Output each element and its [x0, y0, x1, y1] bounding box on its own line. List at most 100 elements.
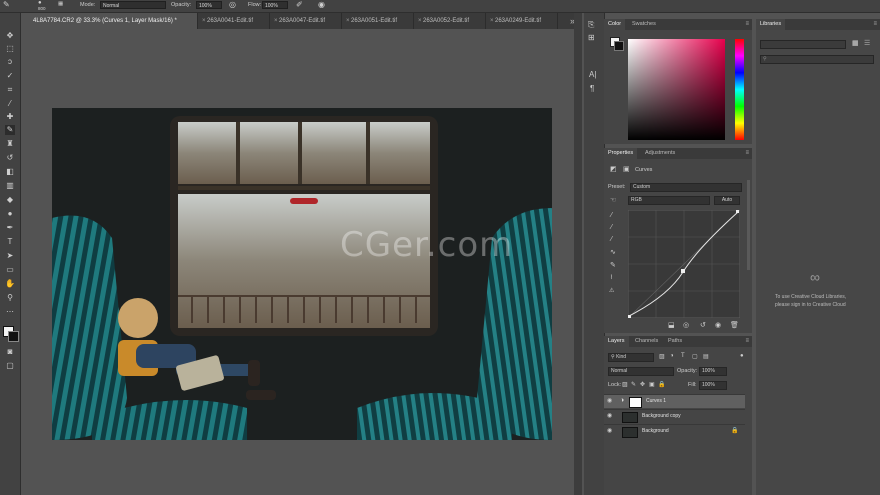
lock-artboard-icon[interactable]: ▣ — [649, 381, 655, 388]
screen-mode-icon[interactable]: ▢ — [5, 361, 15, 371]
smooth-curve-icon[interactable]: ⌇ — [610, 274, 613, 281]
hand-tool-icon[interactable]: ✋ — [5, 279, 15, 289]
mode-select[interactable]: Normal — [100, 1, 166, 9]
character-panel-icon[interactable]: A| — [589, 70, 596, 79]
lasso-tool-icon[interactable]: ↄ — [5, 57, 15, 67]
tab-swatches[interactable]: Swatches — [628, 19, 660, 30]
more-tools-icon[interactable]: ⋯ — [5, 307, 15, 317]
eyedropper-tool-icon[interactable]: ⁄ — [5, 99, 15, 109]
bg-color-chip[interactable] — [614, 41, 624, 51]
brush-panel-icon[interactable]: ▦ — [58, 1, 63, 7]
filter-smart-object-icon[interactable]: ▤ — [703, 353, 709, 360]
lock-all-icon[interactable]: 🔒 — [658, 381, 665, 388]
draw-curve-icon[interactable]: ✎ — [610, 261, 616, 269]
brush-tool-icon[interactable]: ✎ — [5, 125, 15, 135]
opacity-field[interactable]: 100% — [196, 1, 222, 9]
layer-filter-select[interactable]: ⚲ Kind — [608, 353, 654, 362]
navigator-panel-icon[interactable]: ⊞ — [588, 33, 595, 42]
path-select-tool-icon[interactable]: ➤ — [5, 251, 15, 261]
eye-icon[interactable]: ◉ — [607, 427, 612, 434]
lock-position-icon[interactable]: ✥ — [640, 381, 645, 388]
lock-image-icon[interactable]: ✎ — [631, 381, 636, 388]
gradient-tool-icon[interactable]: ▥ — [5, 181, 15, 191]
list-view-icon[interactable]: ☰ — [864, 39, 870, 47]
curves-graph[interactable] — [628, 210, 740, 318]
hue-slider[interactable] — [735, 39, 744, 140]
lock-transparent-icon[interactable]: ▨ — [622, 381, 628, 388]
filter-adjustment-icon[interactable]: ◑ — [670, 353, 674, 359]
document-tab[interactable]: × 263A0041-Edit.tif — [198, 13, 270, 29]
layer-opacity-field[interactable]: 100% — [699, 367, 727, 376]
shape-tool-icon[interactable]: ▭ — [5, 265, 15, 275]
quick-mask-icon[interactable]: ◙ — [5, 347, 15, 357]
channel-select[interactable]: RGB — [628, 196, 710, 205]
sample-white-icon[interactable]: ⁄ — [611, 236, 612, 243]
type-tool-icon[interactable]: T — [5, 237, 15, 247]
document-tab[interactable]: × 263A0047-Edit.tif — [270, 13, 342, 29]
panel-menu-icon[interactable]: ≡ — [745, 150, 749, 156]
edit-points-icon[interactable]: ∿ — [610, 248, 616, 256]
library-search-input[interactable]: ⚲ — [760, 55, 874, 64]
pressure-size-icon[interactable]: ◉ — [318, 0, 325, 9]
background-color-swatch[interactable] — [8, 331, 19, 342]
filter-pixel-icon[interactable]: ▨ — [659, 353, 665, 360]
layer-mask-icon[interactable]: ▣ — [623, 165, 630, 173]
history-brush-tool-icon[interactable]: ↺ — [5, 153, 15, 163]
tab-layers[interactable]: Layers — [604, 336, 629, 347]
filter-shape-icon[interactable]: ▢ — [692, 353, 698, 360]
paragraph-panel-icon[interactable]: ¶ — [590, 84, 594, 93]
target-adjust-icon[interactable]: ☜ — [610, 196, 616, 204]
filter-type-icon[interactable]: T — [681, 353, 685, 359]
tab-adjustments[interactable]: Adjustments — [641, 148, 679, 159]
layer-row-curves[interactable]: ◉ ◑ Curves 1 — [604, 394, 745, 408]
eye-icon[interactable]: ◉ — [607, 412, 612, 419]
preset-select[interactable]: Custom — [630, 183, 742, 192]
close-tab-icon[interactable]: × — [274, 13, 278, 29]
document-image[interactable] — [52, 108, 552, 440]
quick-select-tool-icon[interactable]: ✓ — [5, 71, 15, 81]
document-tab-active[interactable]: 4L8A7784.CR2 @ 33.3% (Curves 1, Layer Ma… — [30, 13, 198, 29]
color-field[interactable] — [628, 39, 725, 140]
grid-view-icon[interactable]: ▦ — [852, 39, 859, 47]
layer-row-background[interactable]: ◉ Background 🔒 — [604, 424, 745, 438]
tab-libraries[interactable]: Libraries — [756, 19, 786, 30]
layer-mask-thumbnail[interactable] — [629, 397, 642, 408]
close-tab-icon[interactable]: × — [418, 13, 422, 29]
pressure-opacity-icon[interactable]: ◎ — [229, 0, 236, 9]
brush-tool-icon[interactable]: ✎ — [3, 0, 10, 9]
panel-menu-icon[interactable]: ≡ — [873, 21, 877, 27]
tab-channels[interactable]: Channels — [631, 336, 662, 347]
sample-black-icon[interactable]: ⁄ — [611, 212, 612, 219]
marquee-tool-icon[interactable]: ⬚ — [5, 44, 15, 54]
document-tab[interactable]: × 263A0051-Edit.tif — [342, 13, 414, 29]
tab-properties[interactable]: Properties — [604, 148, 638, 159]
clone-stamp-tool-icon[interactable]: ♜ — [5, 139, 15, 149]
healing-tool-icon[interactable]: ✚ — [5, 112, 15, 122]
sample-gray-icon[interactable]: ⁄ — [611, 224, 612, 231]
crop-tool-icon[interactable]: ⌗ — [5, 85, 15, 95]
blend-mode-select[interactable]: Normal — [608, 367, 674, 376]
close-tab-icon[interactable]: × — [490, 13, 494, 29]
auto-button[interactable]: Auto — [714, 196, 740, 205]
library-select[interactable] — [760, 40, 846, 49]
view-previous-icon[interactable]: ◎ — [683, 321, 689, 329]
clip-to-layer-icon[interactable]: ⬓ — [668, 321, 675, 329]
zoom-tool-icon[interactable]: ⚲ — [5, 293, 15, 303]
flow-field[interactable]: 100% — [262, 1, 288, 9]
history-panel-icon[interactable]: ⎘ — [588, 20, 594, 30]
move-tool-icon[interactable]: ✥ — [5, 31, 15, 41]
tab-color[interactable]: Color — [604, 19, 626, 30]
canvas-scrollbar[interactable] — [574, 13, 582, 495]
fill-field[interactable]: 100% — [699, 381, 727, 390]
panel-menu-icon[interactable]: ≡ — [745, 338, 749, 344]
properties-scrollbar[interactable] — [747, 180, 750, 270]
pen-tool-icon[interactable]: ✒ — [5, 223, 15, 233]
layer-row-background-copy[interactable]: ◉ Background copy — [604, 409, 745, 423]
document-tab[interactable]: × 263A0249-Edit.tif — [486, 13, 558, 29]
close-tab-icon[interactable]: × — [202, 13, 206, 29]
delete-adjustment-icon[interactable]: 🗑 — [730, 321, 739, 329]
clipping-warning-icon[interactable]: ⚠ — [609, 287, 614, 294]
visibility-icon[interactable]: ◉ — [715, 321, 721, 329]
tab-paths[interactable]: Paths — [664, 336, 686, 347]
blur-tool-icon[interactable]: ◆ — [5, 195, 15, 205]
